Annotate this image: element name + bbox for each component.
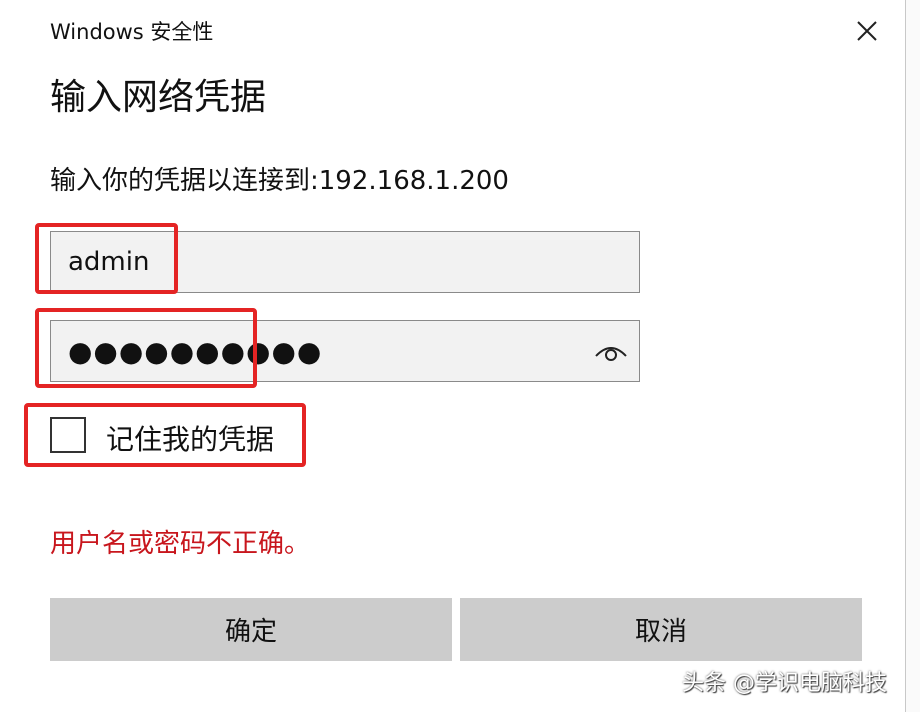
- eye-icon: [595, 347, 627, 361]
- ok-button[interactable]: 确定: [50, 598, 452, 661]
- credentials-dialog: Windows 安全性 输入网络凭据 输入你的凭据以连接到:192.168.1.…: [0, 0, 906, 712]
- window-title: Windows 安全性: [50, 20, 214, 44]
- username-highlight-box: [35, 223, 178, 294]
- background-window: [906, 0, 920, 712]
- dialog-heading: 输入网络凭据: [50, 77, 267, 118]
- close-icon: [857, 21, 877, 41]
- remember-highlight-box: [24, 403, 306, 467]
- close-button[interactable]: [850, 14, 884, 48]
- error-message: 用户名或密码不正确。: [50, 529, 311, 559]
- watermark: 头条 @学识电脑科技: [682, 671, 887, 696]
- password-highlight-box: [35, 308, 257, 388]
- cancel-button[interactable]: 取消: [460, 598, 862, 661]
- connect-target-text: 输入你的凭据以连接到:192.168.1.200: [50, 166, 509, 196]
- reveal-password-button[interactable]: [593, 336, 629, 366]
